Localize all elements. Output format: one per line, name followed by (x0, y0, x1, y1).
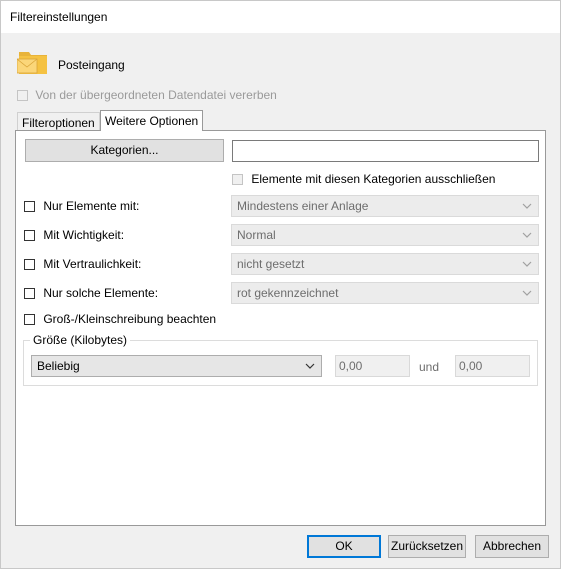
inherit-checkbox[interactable] (17, 90, 28, 102)
reset-button-label: Zurücksetzen (390, 539, 464, 553)
case-sensitive-checkbox[interactable] (24, 314, 35, 326)
attachments-checkbox[interactable] (24, 201, 35, 213)
flag-dropdown[interactable]: rot gekennzeichnet (231, 282, 539, 304)
filter-settings-dialog: Filtereinstellungen Posteingang Von der … (0, 0, 561, 569)
size-to-value: 0,00 (459, 359, 483, 373)
case-sensitive-row[interactable]: Groß-/Kleinschreibung beachten (24, 312, 216, 326)
importance-dropdown[interactable]: Normal (231, 224, 539, 246)
flag-checkbox[interactable] (24, 288, 35, 300)
attachments-option-row[interactable]: Nur Elemente mit: (24, 199, 139, 213)
chevron-down-icon (305, 363, 315, 369)
sensitivity-dropdown[interactable]: nicht gesetzt (231, 253, 539, 275)
inherit-checkbox-row[interactable]: Von der übergeordneten Datendatei vererb… (17, 88, 277, 102)
sensitivity-checkbox[interactable] (24, 259, 35, 271)
sensitivity-dropdown-value: nicht gesetzt (237, 257, 305, 271)
size-group-label: Größe (Kilobytes) (30, 333, 131, 347)
importance-dropdown-value: Normal (237, 228, 276, 242)
tab-label: Weitere Optionen (105, 114, 199, 128)
sensitivity-option-row[interactable]: Mit Vertraulichkeit: (24, 257, 141, 271)
importance-option-row[interactable]: Mit Wichtigkeit: (24, 228, 124, 242)
folder-mail-icon (16, 46, 49, 76)
reset-button[interactable]: Zurücksetzen (388, 535, 466, 558)
size-from-input[interactable]: 0,00 (335, 355, 410, 377)
exclude-categories-checkbox[interactable] (232, 174, 243, 186)
size-dropdown-value: Beliebig (37, 359, 80, 373)
tab-panel (15, 130, 546, 526)
attachments-dropdown-value: Mindestens einer Anlage (237, 199, 369, 213)
flag-dropdown-value: rot gekennzeichnet (237, 286, 339, 300)
title-bar: Filtereinstellungen (1, 1, 560, 33)
exclude-categories-row[interactable]: Elemente mit diesen Kategorien ausschlie… (232, 172, 495, 186)
tab-more-options[interactable]: Weitere Optionen (100, 110, 204, 131)
flag-label: Nur solche Elemente: (43, 286, 159, 300)
cancel-button-label: Abbrechen (482, 539, 542, 553)
attachments-label: Nur Elemente mit: (43, 199, 140, 213)
tab-label: Filteroptionen (22, 116, 95, 130)
categories-button-label: Kategorien... (90, 143, 159, 157)
cancel-button[interactable]: Abbrechen (475, 535, 549, 558)
folder-name: Posteingang (58, 58, 125, 72)
sensitivity-label: Mit Vertraulichkeit: (43, 257, 142, 271)
chevron-down-icon (522, 261, 532, 267)
categories-button[interactable]: Kategorien... (25, 139, 224, 162)
ok-button-label: OK (335, 539, 353, 553)
size-dropdown[interactable]: Beliebig (31, 355, 322, 377)
chevron-down-icon (522, 232, 532, 238)
size-from-value: 0,00 (339, 359, 363, 373)
importance-checkbox[interactable] (24, 230, 35, 242)
size-and-label: und (419, 360, 440, 374)
size-to-input[interactable]: 0,00 (455, 355, 530, 377)
window-title: Filtereinstellungen (10, 10, 108, 24)
categories-input[interactable] (232, 140, 539, 162)
attachments-dropdown[interactable]: Mindestens einer Anlage (231, 195, 539, 217)
chevron-down-icon (522, 290, 532, 296)
flag-option-row[interactable]: Nur solche Elemente: (24, 286, 158, 300)
exclude-categories-label: Elemente mit diesen Kategorien ausschlie… (251, 172, 496, 186)
case-sensitive-label: Groß-/Kleinschreibung beachten (43, 312, 217, 326)
tab-filter-options[interactable]: Filteroptionen (17, 112, 100, 130)
chevron-down-icon (522, 203, 532, 209)
ok-button[interactable]: OK (307, 535, 381, 558)
inherit-label: Von der übergeordneten Datendatei vererb… (35, 88, 277, 102)
importance-label: Mit Wichtigkeit: (43, 228, 125, 242)
